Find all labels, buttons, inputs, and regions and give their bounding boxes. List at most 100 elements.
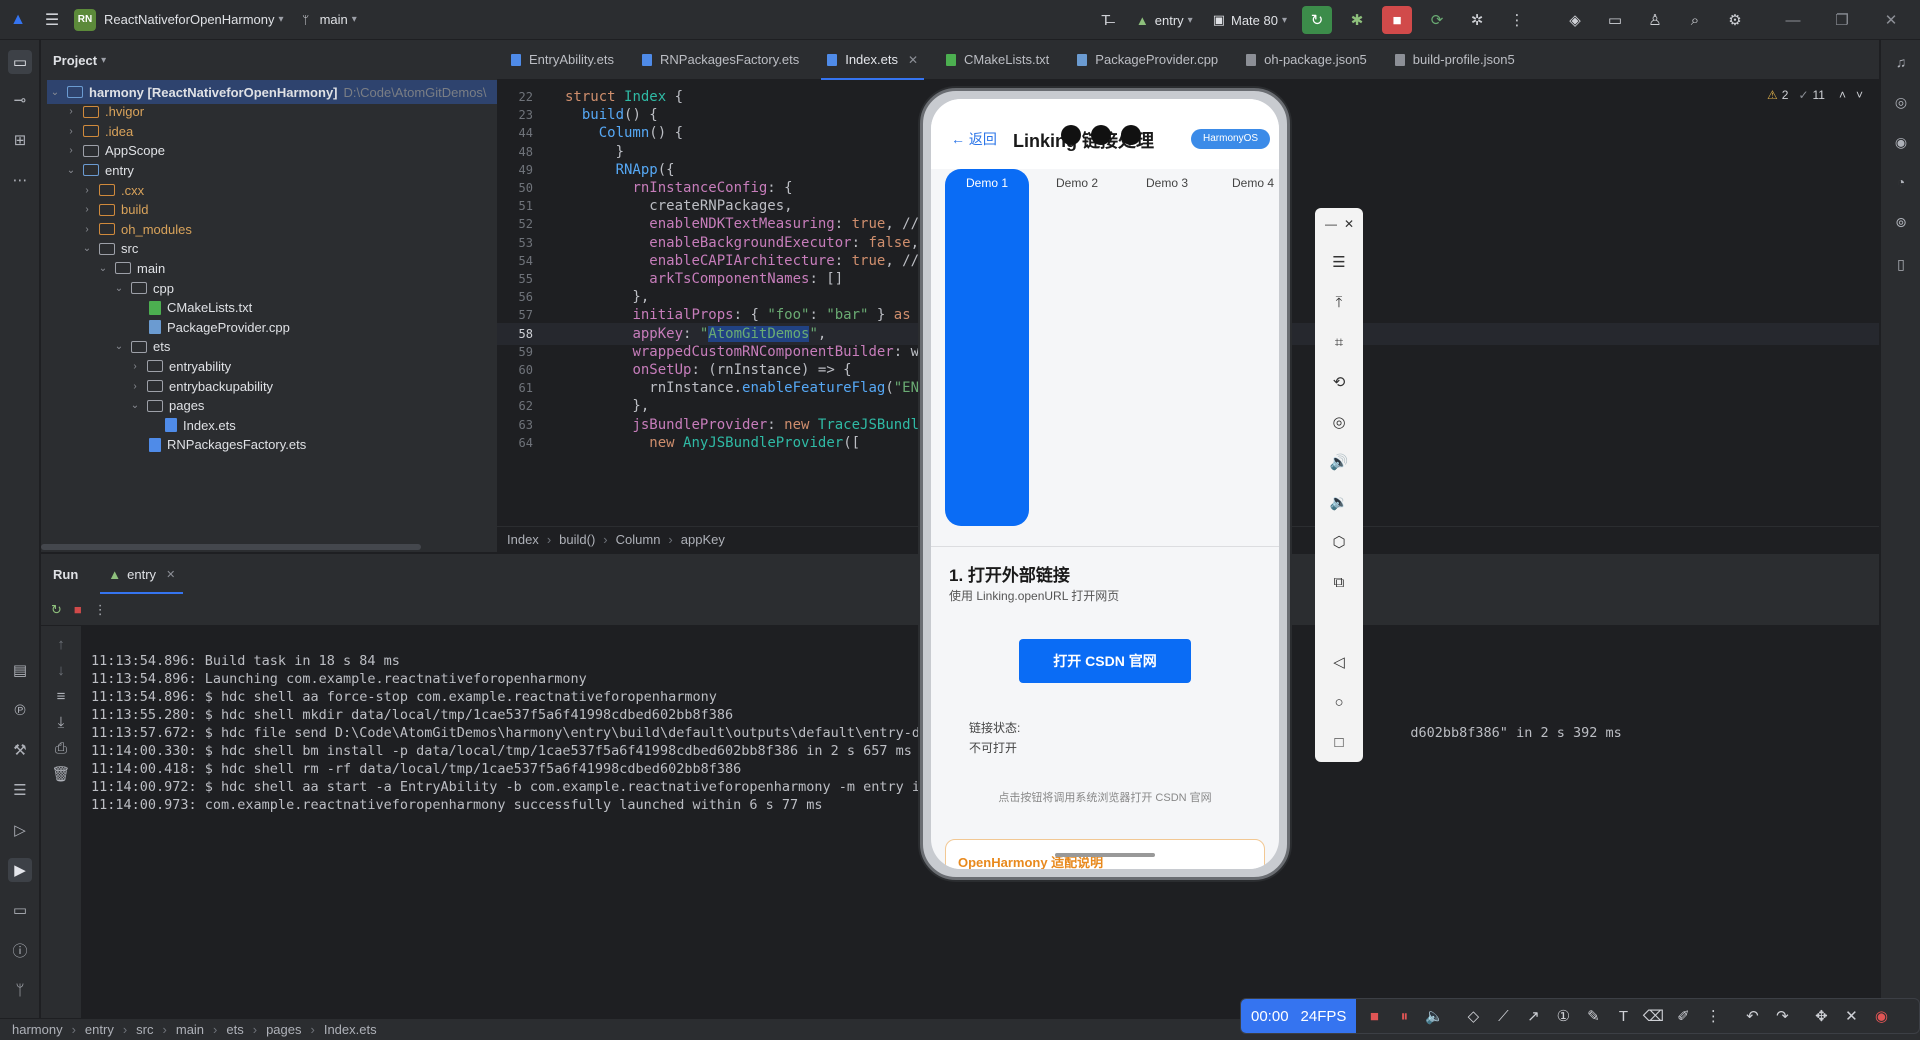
status-path-item[interactable]: Index.ets: [324, 1022, 377, 1037]
terminal-icon[interactable]: ▭: [8, 898, 32, 922]
git-icon[interactable]: ᛘ: [8, 978, 32, 1002]
redo-icon[interactable]: ↷: [1770, 1004, 1794, 1028]
search-icon[interactable]: ⌕: [1680, 6, 1710, 34]
status-path-item[interactable]: pages: [266, 1022, 301, 1037]
menu-icon[interactable]: ☰: [1327, 250, 1351, 274]
problems-icon[interactable]: ⓘ: [8, 938, 32, 962]
status-path-item[interactable]: ets: [226, 1022, 243, 1037]
close-icon[interactable]: ✕: [1337, 212, 1361, 236]
chevron-right-icon[interactable]: ›: [127, 381, 143, 392]
notifications-icon[interactable]: ♫: [1889, 50, 1913, 74]
close-window-icon[interactable]: ✕: [1876, 6, 1906, 34]
record-icon[interactable]: ◎: [1327, 410, 1351, 434]
format-icon[interactable]: T̶: [1091, 6, 1121, 34]
back-nav-icon[interactable]: ◁: [1327, 650, 1351, 674]
chevron-down-icon[interactable]: ⌄: [111, 341, 127, 352]
project-name[interactable]: ReactNativeforOpenHarmony: [104, 12, 275, 27]
project-panel-header[interactable]: Project ▾: [41, 40, 497, 80]
rotate-icon[interactable]: ⟲: [1327, 370, 1351, 394]
preview-icon[interactable]: ℗: [8, 698, 32, 722]
volume-up-icon[interactable]: 🔊: [1327, 450, 1351, 474]
profiler-icon[interactable]: ✲: [1462, 6, 1492, 34]
project-tree-scrollbar[interactable]: [41, 544, 421, 550]
eraser-icon[interactable]: ⌫: [1641, 1004, 1665, 1028]
services-icon[interactable]: ▷: [8, 818, 32, 842]
layout-icon[interactable]: ▤: [8, 658, 32, 682]
editor-tab[interactable]: RNPackagesFactory.ets: [628, 40, 813, 80]
undo-icon[interactable]: ↶: [1740, 1004, 1764, 1028]
previewer-eye-icon[interactable]: ◔: [1889, 170, 1913, 194]
project-folder-icon[interactable]: ▭: [8, 50, 32, 74]
clear-trash-icon[interactable]: 🗑: [49, 762, 73, 786]
status-path-item[interactable]: src: [136, 1022, 153, 1037]
chevron-down-icon[interactable]: ⌄: [127, 400, 143, 411]
fold-icon[interactable]: ⬡: [1327, 530, 1351, 554]
status-path-item[interactable]: main: [176, 1022, 204, 1037]
account-icon[interactable]: ♙: [1640, 6, 1670, 34]
phone-screen[interactable]: ← 返回 Linking 链接处理 HarmonyOS Demo 1 Demo …: [931, 99, 1279, 869]
stop-record-icon[interactable]: ■: [1362, 1004, 1386, 1028]
main-menu-icon[interactable]: ☰: [42, 10, 62, 30]
run-tool-icon[interactable]: ▶: [8, 858, 32, 882]
pen-icon[interactable]: ✎: [1581, 1004, 1605, 1028]
editor-tab[interactable]: oh-package.json5: [1232, 40, 1381, 80]
chevron-right-icon[interactable]: ›: [79, 204, 95, 215]
settings-gear-icon[interactable]: ⚙: [1720, 6, 1750, 34]
branch-name[interactable]: main: [320, 12, 348, 27]
ai-assistant-icon[interactable]: ◉: [1889, 130, 1913, 154]
code-line[interactable]: new AnyJSBundleProvider([: [565, 432, 860, 454]
close-icon[interactable]: ✕: [166, 568, 175, 581]
chevron-down-icon[interactable]: ⌄: [79, 243, 95, 254]
chevron-right-icon[interactable]: ›: [79, 185, 95, 196]
chevron-down-icon[interactable]: ⌄: [63, 165, 79, 176]
editor-tab[interactable]: PackageProvider.cpp: [1063, 40, 1232, 80]
rerun-button[interactable]: ↻: [1302, 6, 1332, 34]
apply-changes-icon[interactable]: ⟳: [1422, 6, 1452, 34]
minimize-icon[interactable]: —: [1778, 6, 1808, 34]
text-tool-icon[interactable]: T: [1611, 1004, 1635, 1028]
pause-record-icon[interactable]: ⏸: [1392, 1004, 1416, 1028]
chevron-down-icon[interactable]: ⌄: [95, 263, 111, 274]
number-marker-icon[interactable]: ①: [1551, 1004, 1575, 1028]
editor-tab[interactable]: EntryAbility.ets: [497, 40, 628, 80]
chevron-right-icon[interactable]: ›: [63, 145, 79, 156]
status-path-item[interactable]: entry: [85, 1022, 114, 1037]
arrow-icon[interactable]: ↗: [1521, 1004, 1545, 1028]
volume-down-icon[interactable]: 🔉: [1327, 490, 1351, 514]
plugin-icon[interactable]: ◈: [1560, 6, 1590, 34]
emulator-icon[interactable]: ▯: [1889, 252, 1913, 276]
restore-icon[interactable]: ❐: [1827, 6, 1857, 34]
more-icon[interactable]: ⋮: [1701, 1004, 1725, 1028]
editor-tab[interactable]: Index.ets ✕: [813, 40, 932, 80]
breadcrumb-item[interactable]: Column: [616, 532, 661, 547]
demo-tab-1[interactable]: Demo 1: [945, 171, 1029, 195]
close-icon[interactable]: ✕: [908, 53, 918, 67]
folder-icon[interactable]: ▭: [1600, 6, 1630, 34]
print-icon[interactable]: ⎙: [49, 736, 73, 760]
breadcrumb-item[interactable]: appKey: [681, 532, 725, 547]
debug-icon[interactable]: ✱: [1342, 6, 1372, 34]
commit-icon[interactable]: ⊸: [8, 88, 32, 112]
todo-icon[interactable]: ☰: [8, 778, 32, 802]
open-csdn-button[interactable]: 打开 CSDN 官网: [1019, 639, 1191, 683]
run-tab-entry[interactable]: ▲ entry ✕: [100, 554, 184, 594]
chevron-right-icon[interactable]: ›: [63, 106, 79, 117]
polyline-icon[interactable]: ⟋: [1491, 1004, 1515, 1028]
shapes-icon[interactable]: ◇: [1461, 1004, 1485, 1028]
scroll-down-icon[interactable]: ↓: [49, 658, 73, 682]
editor-tab[interactable]: build-profile.json5: [1381, 40, 1529, 80]
crop-screenshot-icon[interactable]: ⌗: [1327, 330, 1351, 354]
breadcrumb-item[interactable]: Index: [507, 532, 539, 547]
editor-tab[interactable]: CMakeLists.txt: [932, 40, 1063, 80]
chevron-right-icon[interactable]: ›: [127, 361, 143, 372]
stop-icon[interactable]: ■: [74, 602, 82, 617]
recents-nav-icon[interactable]: □: [1327, 730, 1351, 754]
status-path-item[interactable]: harmony: [12, 1022, 63, 1037]
scroll-to-end-icon[interactable]: ⤓: [49, 710, 73, 734]
home-indicator[interactable]: [1055, 853, 1155, 857]
device-manager-icon[interactable]: ⊚: [1889, 210, 1913, 234]
codegenie-icon[interactable]: ◎: [1889, 90, 1913, 114]
demo-tab-3[interactable]: Demo 3: [1125, 171, 1209, 195]
run-config-selector[interactable]: ▲ entry ▾: [1136, 13, 1193, 28]
pin-top-icon[interactable]: ⤒: [1327, 290, 1351, 314]
